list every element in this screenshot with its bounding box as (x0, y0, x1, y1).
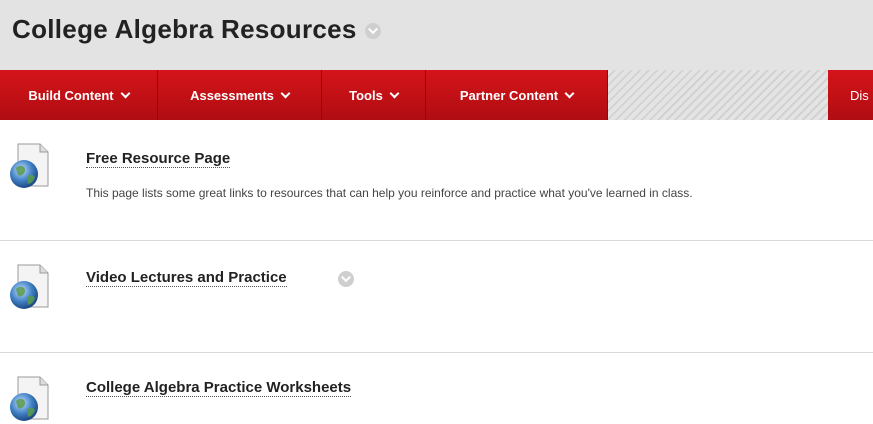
tools-label: Tools (349, 87, 383, 103)
page-title-text: College Algebra Resources (12, 14, 357, 44)
web-link-icon (10, 376, 49, 421)
partner-content-label: Partner Content (459, 87, 559, 103)
page-header: College Algebra Resources (0, 0, 873, 70)
toolbar-right-button[interactable]: Dis (828, 70, 873, 120)
content-item: College Algebra Practice Worksheets (0, 353, 873, 424)
toolbar-spacer (608, 70, 828, 120)
build-content-label: Build Content (28, 87, 114, 103)
chevron-down-icon (389, 88, 400, 98)
toolbar-right-label: Dis (850, 87, 869, 103)
partner-content-button[interactable]: Partner Content (426, 70, 608, 120)
title-options-chevron-icon[interactable] (364, 22, 381, 39)
chevron-down-icon (564, 88, 575, 98)
page-title: College Algebra Resources (12, 14, 381, 45)
assessments-button[interactable]: Assessments (158, 70, 322, 120)
chevron-down-icon (280, 88, 291, 98)
item-title-college-algebra-practice-worksheets[interactable]: College Algebra Practice Worksheets (86, 379, 352, 397)
item-description: This page lists some great links to reso… (86, 186, 693, 200)
item-title-video-lectures-and-practice[interactable]: Video Lectures and Practice (86, 269, 287, 287)
web-link-icon (10, 143, 49, 188)
content-toolbar: Build Content Assessments Tools Partner … (0, 70, 873, 120)
item-options-chevron-icon[interactable] (338, 271, 354, 287)
item-title-free-resource-page[interactable]: Free Resource Page (86, 150, 231, 168)
tools-button[interactable]: Tools (322, 70, 426, 120)
chevron-down-icon (120, 88, 131, 98)
build-content-button[interactable]: Build Content (0, 70, 158, 120)
web-link-icon (10, 264, 49, 309)
content-item: Free Resource Page This page lists some … (0, 120, 873, 241)
assessments-label: Assessments (190, 87, 274, 103)
content-item: Video Lectures and Practice (0, 241, 873, 353)
